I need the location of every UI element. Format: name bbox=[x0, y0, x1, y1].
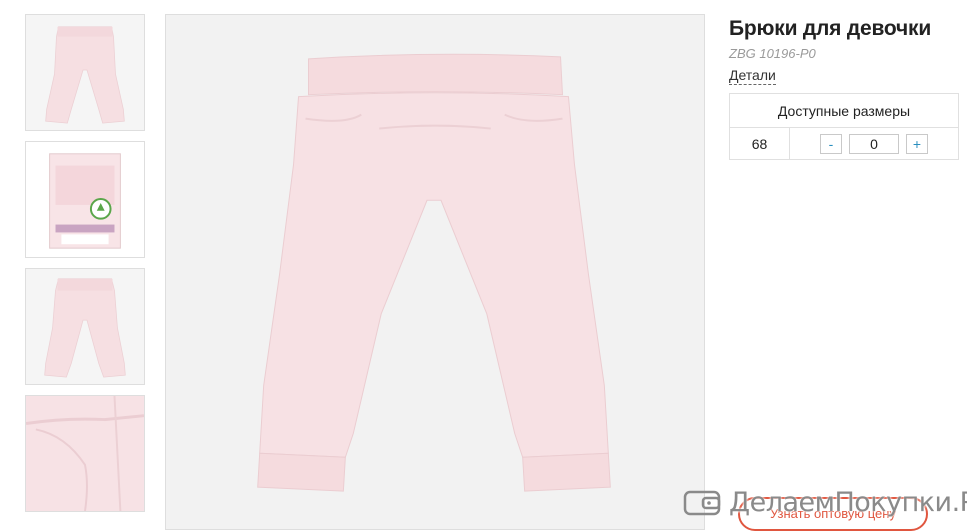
decrease-quantity-button[interactable]: - bbox=[820, 133, 842, 154]
product-sku: ZBG 10196-P0 bbox=[729, 46, 816, 61]
wallet-icon bbox=[683, 490, 721, 516]
product-title: Брюки для девочки bbox=[729, 17, 932, 40]
sizes-table: Доступные размеры 68 - + bbox=[729, 93, 959, 160]
watermark-text: ДелаемПокупки.Ру bbox=[729, 486, 967, 518]
thumbnail-back-view[interactable] bbox=[25, 268, 145, 385]
pink-pants-image-icon bbox=[166, 15, 704, 529]
increase-quantity-button[interactable]: + bbox=[906, 133, 928, 154]
details-link[interactable]: Детали bbox=[729, 67, 776, 85]
quantity-input[interactable] bbox=[849, 133, 899, 154]
quantity-stepper: - + bbox=[790, 133, 958, 154]
sizes-table-header: Доступные размеры bbox=[729, 93, 959, 128]
pants-back-thumbnail-icon bbox=[26, 269, 144, 384]
pocket-closeup-thumbnail-icon bbox=[26, 396, 144, 511]
size-value: 68 bbox=[729, 127, 790, 160]
watermark: ДелаемПокупки.Ру bbox=[683, 486, 967, 518]
thumbnail-package-view[interactable] bbox=[25, 141, 145, 258]
thumbnail-gallery bbox=[25, 14, 145, 522]
thumbnail-front-view[interactable] bbox=[25, 14, 145, 131]
main-product-image[interactable] bbox=[165, 14, 705, 530]
table-row: 68 - + bbox=[729, 127, 959, 160]
pants-front-thumbnail-icon bbox=[26, 15, 144, 130]
quantity-cell: - + bbox=[790, 128, 959, 160]
product-info: Брюки для девочки ZBG 10196-P0 Детали До… bbox=[729, 14, 959, 160]
package-thumbnail-icon bbox=[26, 142, 144, 257]
thumbnail-pocket-closeup[interactable] bbox=[25, 395, 145, 512]
